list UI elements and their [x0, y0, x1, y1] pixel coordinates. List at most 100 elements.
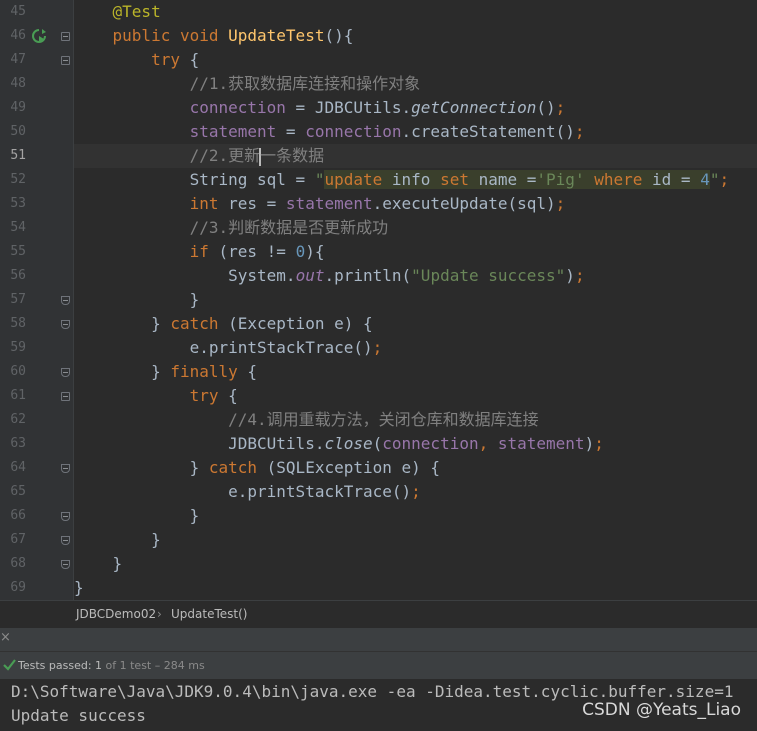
code-line[interactable]: //2.更新一条数据 [74, 144, 757, 168]
code-line[interactable]: JDBCUtils.close(connection, statement); [74, 432, 757, 456]
code-token: "Update success" [411, 266, 566, 285]
code-line[interactable]: } finally { [74, 360, 757, 384]
code-line[interactable]: } [74, 288, 757, 312]
code-line[interactable]: connection = JDBCUtils.getConnection(); [74, 96, 757, 120]
code-token: (Exception e) { [228, 314, 373, 333]
code-token: .createStatement() [401, 122, 575, 141]
code-token: () [536, 98, 556, 117]
code-token: ; [719, 170, 730, 189]
line-number-gutter[interactable]: 45 46 47 48 49 50 51 52 53 54 55 56 57 58 59 60 61 62 63 64… [0, 0, 73, 600]
code-token: statement [189, 122, 277, 141]
code-line[interactable]: try { [74, 48, 757, 72]
breadcrumb-method[interactable]: UpdateTest() [171, 607, 247, 621]
code-token: out [295, 266, 325, 285]
code-line[interactable]: } catch (SQLException e) { [74, 456, 757, 480]
fold-marker-icon[interactable] [61, 560, 70, 569]
code-token: e.printStackTrace() [228, 482, 412, 501]
check-icon [3, 659, 16, 671]
code-token: (res != [218, 242, 296, 261]
fold-marker-icon[interactable] [61, 536, 70, 545]
code-text: public void UpdateTest(){ [74, 24, 354, 48]
line-number: 48 [10, 76, 26, 91]
code-token: e.printStackTrace() [189, 338, 373, 357]
code-line[interactable]: public void UpdateTest(){ [74, 24, 757, 48]
code-token: ){ [305, 242, 325, 261]
line-number: 64 [10, 460, 26, 475]
code-line[interactable]: System.out.println("Update success"); [74, 264, 757, 288]
code-token: { [247, 362, 258, 381]
code-line[interactable]: e.printStackTrace(); [74, 480, 757, 504]
fold-marker-icon[interactable] [61, 392, 70, 401]
fold-marker-icon[interactable] [61, 368, 70, 377]
fold-marker-icon[interactable] [61, 56, 70, 65]
line-number: 45 [10, 4, 26, 19]
code-token: connection [305, 122, 402, 141]
code-token: UpdateTest [228, 26, 325, 45]
fold-marker-icon[interactable] [61, 296, 70, 305]
code-line[interactable]: //3.判断数据是否更新成功 [74, 216, 757, 240]
code-line[interactable]: int res = statement.executeUpdate(sql); [74, 192, 757, 216]
code-line[interactable]: if (res != 0){ [74, 240, 757, 264]
code-token: close [324, 434, 373, 453]
line-number: 46 [10, 28, 26, 43]
code-line[interactable]: statement = connection.createStatement()… [74, 120, 757, 144]
line-number: 60 [10, 364, 26, 379]
fold-marker-icon[interactable] [61, 512, 70, 521]
code-text: JDBCUtils.close(connection, statement); [74, 432, 604, 456]
code-token: //4.调用重载方法，关闭仓库和数据库连接 [228, 410, 539, 429]
code-token: ( [372, 434, 383, 453]
code-token: 'Pig' [536, 170, 585, 189]
watermark: CSDN @Yeats_Liao [582, 700, 741, 720]
code-token: res = [228, 194, 286, 213]
code-token: , [478, 434, 498, 453]
line-number: 49 [10, 100, 26, 115]
code-line[interactable]: } [74, 528, 757, 552]
code-line[interactable]: //4.调用重载方法，关闭仓库和数据库连接 [74, 408, 757, 432]
code-token: } [189, 290, 200, 309]
code-line[interactable]: //1.获取数据库连接和操作对象 [74, 72, 757, 96]
code-token: } [151, 530, 161, 549]
line-number: 57 [10, 292, 26, 307]
line-number: 68 [10, 556, 26, 571]
fold-marker-icon[interactable] [61, 464, 70, 473]
code-token: int [189, 194, 229, 213]
close-icon[interactable]: × [0, 630, 14, 648]
code-token: (SQLException e) { [266, 458, 441, 477]
code-line[interactable]: @Test [74, 0, 757, 24]
code-line[interactable]: e.printStackTrace(); [74, 336, 757, 360]
code-text: } finally { [74, 360, 257, 384]
code-token: } [189, 506, 200, 525]
code-text: } [74, 528, 161, 552]
code-line[interactable]: } catch (Exception e) { [74, 312, 757, 336]
code-line[interactable]: } [74, 504, 757, 528]
run-test-icon[interactable] [31, 28, 47, 44]
line-number: 55 [10, 244, 26, 259]
code-text: //4.调用重载方法，关闭仓库和数据库连接 [74, 408, 539, 432]
code-line[interactable]: } [74, 576, 757, 600]
fold-marker-icon[interactable] [61, 32, 70, 41]
code-token: } [151, 314, 171, 333]
breadcrumb-class[interactable]: JDBCDemo02 [76, 607, 156, 621]
line-number: 62 [10, 412, 26, 427]
code-editor[interactable]: 45 46 47 48 49 50 51 52 53 54 55 56 57 58 59 60 61 62 63 64… [0, 0, 757, 600]
code-line[interactable]: String sql = "update info set name ='Pig… [74, 168, 757, 192]
code-text: try { [74, 48, 199, 72]
fold-marker-icon[interactable] [61, 320, 70, 329]
code-line[interactable]: try { [74, 384, 757, 408]
status-detail: of 1 test – 284 ms [102, 659, 205, 672]
line-number: 61 [10, 388, 26, 403]
test-status-text: Tests passed: 1 of 1 test – 284 ms [18, 659, 205, 672]
code-token: { [228, 386, 238, 405]
code-line[interactable]: } [74, 552, 757, 576]
code-token: name = [468, 170, 537, 189]
code-token: statement [285, 194, 373, 213]
